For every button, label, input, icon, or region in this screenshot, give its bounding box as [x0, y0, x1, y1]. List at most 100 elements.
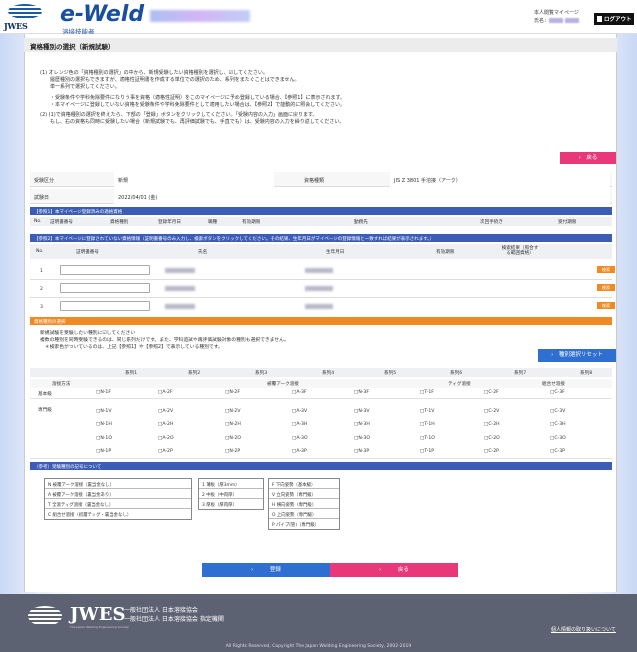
- qualification-checkbox[interactable]: □T-1V: [420, 409, 434, 414]
- register-label: 登録: [269, 567, 281, 573]
- jwes-logo[interactable]: JWES: [4, 4, 46, 31]
- col-no: No.: [36, 249, 44, 254]
- note-line: ＊検索色がついているのは、上記【参照1】や【参照2】で表示している種別です。: [40, 345, 223, 350]
- redacted-name: [165, 304, 195, 309]
- legend-item: 2 中板（中肉厚）: [199, 489, 263, 499]
- cert-input[interactable]: [60, 283, 150, 293]
- user-info: 本人閲覧マイページ 氏名：: [534, 9, 579, 25]
- qualification-checkbox[interactable]: □A-2V: [158, 409, 173, 414]
- date-label: 試験日: [34, 195, 50, 201]
- qualification-checkbox[interactable]: □N-2F: [225, 390, 240, 395]
- col-name: 氏名: [198, 250, 208, 255]
- qualification-checkbox[interactable]: □N-1O: [96, 436, 112, 441]
- cert-input[interactable]: [60, 301, 150, 311]
- qualification-checkbox[interactable]: □C-3F: [550, 390, 565, 395]
- waves-icon: [28, 606, 62, 626]
- legend-item: O 上向姿勢（専門級）: [269, 509, 339, 519]
- copyright: All Rights Reserved, Copyright The Japan…: [225, 644, 412, 649]
- qualification-checkbox[interactable]: □N-1H: [96, 422, 112, 427]
- footer-logo-sub: The Japan Welding Engineering Society: [70, 625, 129, 629]
- row-no: 1: [40, 269, 43, 274]
- eweld-logo[interactable]: e-Weld: [60, 4, 144, 26]
- divider: [30, 279, 612, 280]
- shubetsu-label: 資格種類: [304, 178, 325, 184]
- legend-item: P パイプ(管)（専門級）: [272, 522, 319, 528]
- qualification-checkbox[interactable]: □N-2H: [225, 422, 241, 427]
- qualification-checkbox[interactable]: □T-1H: [420, 422, 435, 427]
- search-button[interactable]: 検索: [597, 284, 615, 291]
- redacted-name: [549, 18, 564, 23]
- redacted-name: [165, 268, 195, 273]
- qualification-checkbox[interactable]: □C-3V: [550, 409, 565, 414]
- qualification-checkbox[interactable]: □N-3P: [354, 449, 369, 454]
- chevron-right-icon: ›: [551, 352, 554, 358]
- qualification-checkbox[interactable]: □A-3H: [292, 422, 307, 427]
- instructions: (1) オレンジ色の「資格種別の選択」の中から、新規受験したい資格種別を選択し、…: [40, 70, 590, 126]
- instruction-line: ・受験条件や学科免除要件になりう事を資格（適格性証明）をこのマイページに予め登録…: [40, 94, 345, 101]
- back-button-top[interactable]: › 戻る: [560, 152, 616, 164]
- cert-input[interactable]: [60, 265, 150, 275]
- qualification-checkbox[interactable]: □C-2H: [484, 422, 500, 427]
- qualification-checkbox[interactable]: □N-2P: [225, 449, 240, 454]
- method-row: 溶接方法 被覆アーク溶接 ティグ溶接 組合せ溶接: [30, 379, 612, 388]
- shubetsu-value: JIS Z 3801 手溶接（アーク）: [390, 172, 610, 187]
- jwes-logo-text: JWES: [4, 21, 28, 31]
- qualification-checkbox[interactable]: □A-2F: [158, 390, 173, 395]
- kubun-value: 新規: [114, 172, 274, 187]
- chevron-right-icon: ›: [251, 567, 254, 573]
- qualification-checkbox[interactable]: □N-1V: [96, 409, 112, 414]
- chevron-right-icon: ›: [578, 155, 581, 161]
- qualification-checkbox[interactable]: □N-3O: [354, 436, 370, 441]
- mypage-label: 本人閲覧マイページ: [534, 10, 579, 16]
- logout-label: ログアウト: [604, 17, 632, 23]
- qualification-checkbox[interactable]: □C-3O: [550, 436, 566, 441]
- qualification-checkbox[interactable]: □C-2P: [484, 449, 499, 454]
- row-no: 3: [40, 305, 43, 310]
- qualification-checkbox[interactable]: □T-1F: [420, 390, 434, 395]
- legend-process: N 被覆アーク溶接（裏当金なし） A 被覆アーク溶接（裏当金あり） T 全溶ティ…: [44, 478, 192, 520]
- qualification-checkbox[interactable]: □C-2V: [484, 409, 499, 414]
- qualification-checkbox[interactable]: □N-3F: [354, 390, 369, 395]
- qualification-checkbox[interactable]: □A-3O: [292, 436, 308, 441]
- qualification-checkbox[interactable]: □A-2H: [158, 422, 173, 427]
- instruction-line: もし、右の資格も同時に受験したい場合（新規試験でも、再評価試験でも、手直でも）は…: [40, 119, 345, 126]
- qualification-checkbox[interactable]: □N-2O: [225, 436, 241, 441]
- qualification-checkbox[interactable]: □N-2V: [225, 409, 241, 414]
- qualification-checkbox[interactable]: □N-1P: [96, 449, 111, 454]
- qualification-checkbox[interactable]: □T-1O: [420, 436, 435, 441]
- special-level-label: 専門級: [38, 408, 52, 413]
- chevron-right-icon: ›: [379, 567, 382, 573]
- legend-item: V 立向姿勢（専門級）: [269, 489, 339, 499]
- legend-item: 3 厚板（厚肉厚）: [202, 502, 237, 508]
- qualification-checkbox[interactable]: □A-3V: [292, 409, 307, 414]
- logout-icon: [597, 16, 602, 22]
- qualification-checkbox[interactable]: □N-3H: [354, 422, 370, 427]
- back-button[interactable]: › 戻る: [330, 563, 458, 577]
- qualification-checkbox[interactable]: □N-3V: [354, 409, 370, 414]
- footer: JWES The Japan Welding Engineering Socie…: [0, 594, 637, 652]
- qualification-checkbox[interactable]: □A-3P: [292, 449, 307, 454]
- series-4: 系列4: [322, 371, 335, 376]
- qualification-checkbox[interactable]: □C-3H: [550, 422, 566, 427]
- search-button[interactable]: 検索: [597, 302, 615, 309]
- qualification-checkbox[interactable]: □T-1P: [420, 449, 434, 454]
- qualification-checkbox[interactable]: □C-3P: [550, 449, 565, 454]
- qualification-checkbox[interactable]: □A-2P: [158, 449, 173, 454]
- qualification-checkbox[interactable]: □C-2F: [484, 390, 499, 395]
- qualification-checkbox[interactable]: □A-3F: [292, 390, 307, 395]
- qualification-checkbox[interactable]: □A-2O: [158, 436, 174, 441]
- row-no: 2: [40, 287, 43, 292]
- qualification-checkbox[interactable]: □N-1F: [96, 390, 111, 395]
- register-button[interactable]: › 登録: [202, 563, 330, 577]
- legend-item: C 組合せ溶接（初層ティグ・裏当金なし）: [48, 512, 132, 518]
- col-workplace: 勤務先: [354, 220, 368, 225]
- name-label: 氏名：: [534, 18, 550, 24]
- reset-button[interactable]: › 種別選択リセット: [538, 349, 616, 362]
- info-row-1: 受験区分 新規 資格種類 JIS Z 3801 手溶接（アーク）: [30, 172, 612, 187]
- qualification-checkbox[interactable]: □C-2O: [484, 436, 500, 441]
- search-button[interactable]: 検索: [597, 266, 615, 273]
- privacy-link[interactable]: 個人情報の取り扱いについて: [551, 626, 616, 633]
- logout-button[interactable]: ログアウト: [594, 13, 634, 25]
- col-next: 次回手続き: [480, 220, 503, 225]
- date-value: 2022/04/01 (金): [114, 189, 610, 204]
